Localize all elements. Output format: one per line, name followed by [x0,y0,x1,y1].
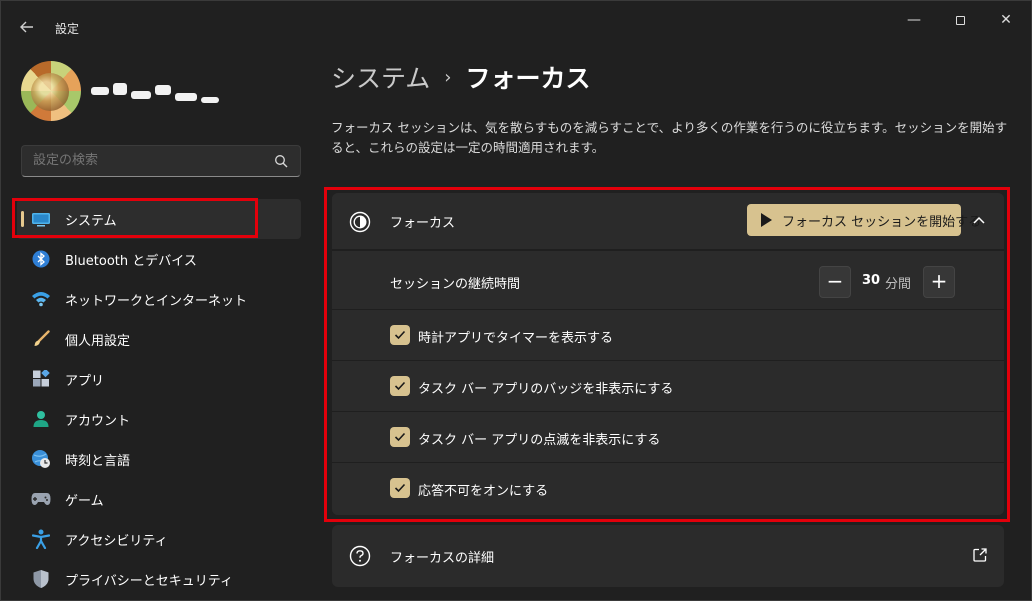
sidebar-nav: システム Bluetooth とデバイス ネットワークとインターネット 個人用設… [17,199,301,599]
settings-window: 設定 — ✕ システム Blu [0,0,1032,601]
search-icon [275,155,288,168]
help-icon [349,545,371,567]
globe-clock-icon [31,449,51,469]
focus-details-link[interactable]: フォーカスの詳細 [332,525,1004,587]
page-title: フォーカス [465,64,591,93]
arrow-left-icon [20,21,33,33]
maximize-icon [955,15,965,25]
sidebar-item-accounts[interactable]: アカウント [17,399,301,439]
sidebar-item-time-language[interactable]: 時刻と言語 [17,439,301,479]
breadcrumb-parent[interactable]: システム [331,59,430,95]
minimize-button[interactable]: — [894,9,934,31]
sidebar-item-personalization[interactable]: 個人用設定 [17,319,301,359]
sidebar-item-accessibility[interactable]: アクセシビリティ [17,519,301,559]
sidebar-item-network[interactable]: ネットワークとインターネット [17,279,301,319]
breadcrumb: システム › フォーカス [331,59,590,95]
sidebar-item-bluetooth[interactable]: Bluetooth とデバイス [17,239,301,279]
close-button[interactable]: ✕ [986,9,1026,31]
apps-icon [31,369,51,389]
wifi-icon [31,289,51,309]
user-name-redacted [91,77,231,107]
back-button[interactable] [15,15,39,39]
sidebar-item-label: アクセシビリティ [65,533,168,549]
breadcrumb-separator: › [444,66,452,88]
app-title: 設定 [55,22,80,36]
settings-search[interactable] [21,145,301,177]
open-external-icon [973,548,987,562]
highlight-focus-panel [324,187,1010,522]
sidebar-item-label: ネットワークとインターネット [65,293,248,309]
brush-icon [31,329,51,349]
sidebar-item-label: プライバシーとセキュリティ [65,573,233,589]
sidebar-item-label: Bluetooth とデバイス [65,253,197,269]
sidebar-item-label: アカウント [65,413,131,429]
sidebar-item-gaming[interactable]: ゲーム [17,479,301,519]
bluetooth-icon [31,249,51,269]
search-input[interactable] [33,152,263,167]
page-description: フォーカス セッションは、気を散らすものを減らすことで、より多くの作業を行うのに… [331,120,1008,155]
sidebar-item-label: 個人用設定 [65,333,131,349]
gamepad-icon [31,489,51,509]
shield-icon [31,569,51,589]
sidebar-item-apps[interactable]: アプリ [17,359,301,399]
sidebar-item-label: 時刻と言語 [65,453,131,469]
focus-details-label: フォーカスの詳細 [390,551,495,566]
avatar[interactable] [21,61,81,121]
title-bar: 設定 — ✕ [1,1,1031,47]
sidebar-item-privacy[interactable]: プライバシーとセキュリティ [17,559,301,599]
maximize-button[interactable] [940,9,980,31]
highlight-system [12,198,258,238]
sidebar-item-label: アプリ [65,373,105,389]
sidebar-item-label: ゲーム [65,493,104,509]
accessibility-icon [31,529,51,549]
person-icon [31,409,51,429]
